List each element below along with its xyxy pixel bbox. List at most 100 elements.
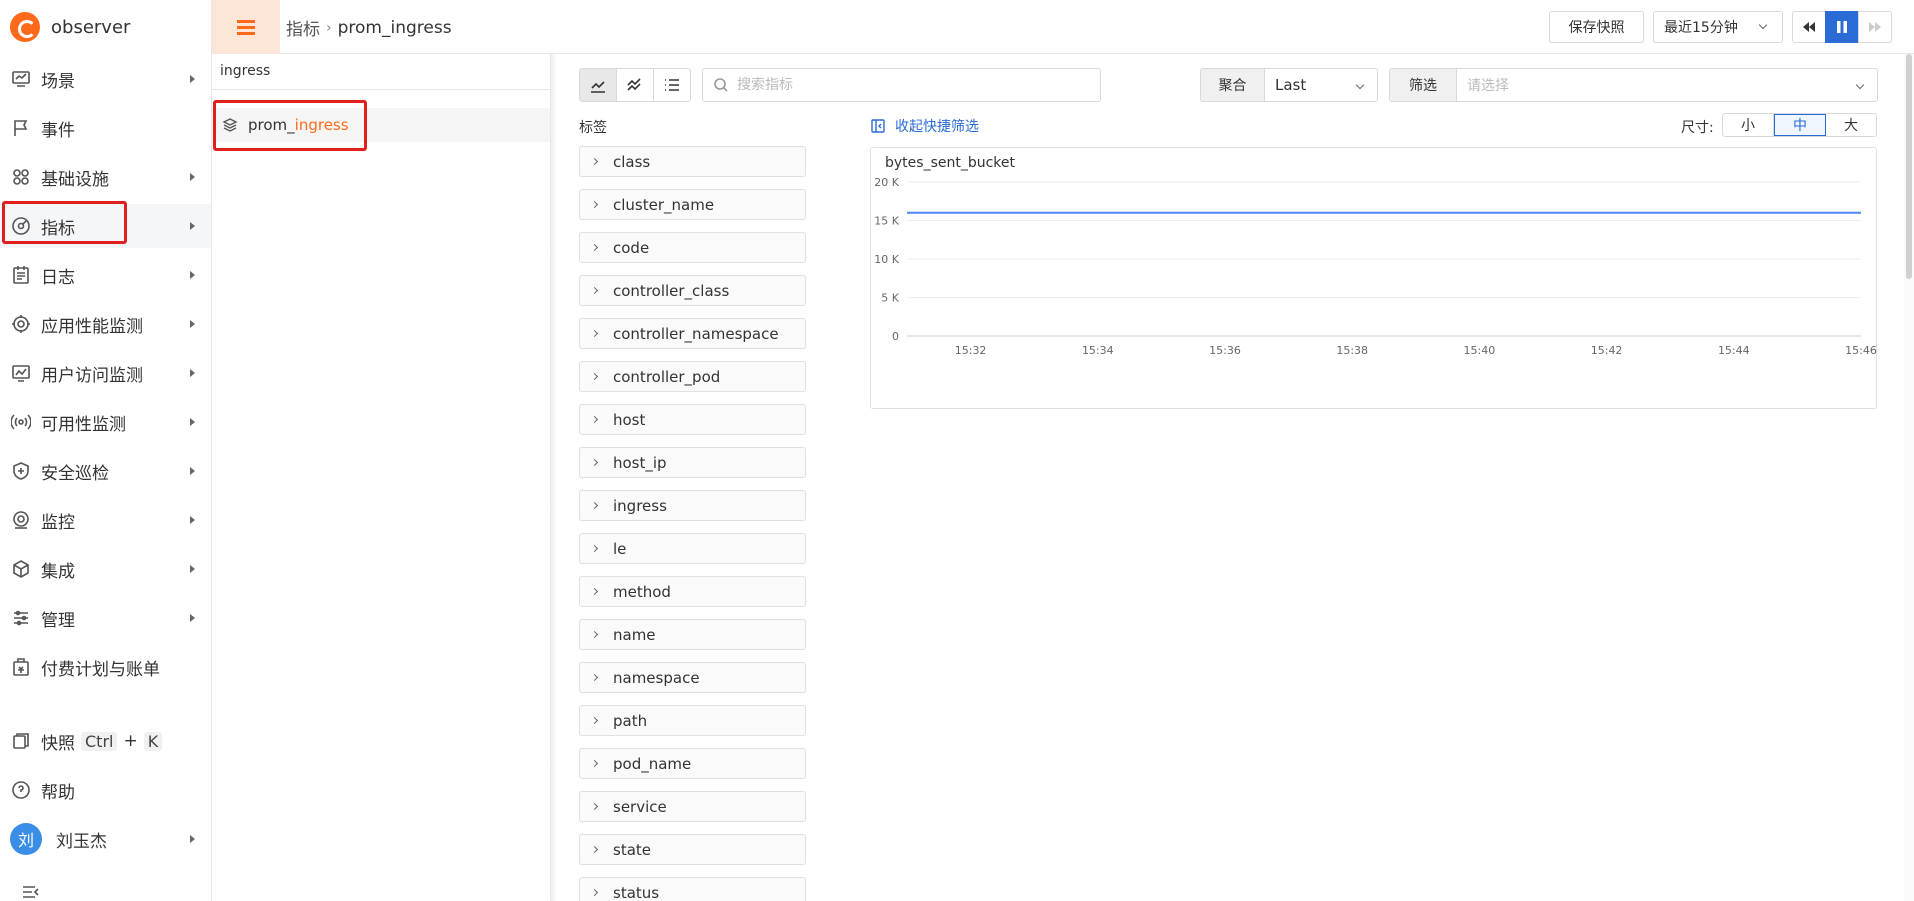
chevron-right-icon xyxy=(590,716,599,725)
tag-label: state xyxy=(613,840,651,859)
size-large-button[interactable]: 大 xyxy=(1826,114,1876,136)
x-tick-label: 15:36 xyxy=(1209,344,1241,357)
apm-icon xyxy=(10,313,32,335)
tag-row[interactable]: class xyxy=(579,146,806,177)
chevron-right-icon xyxy=(590,544,599,553)
y-tick-label: 5 K xyxy=(881,292,899,305)
aggregate-select[interactable]: 聚合 Last xyxy=(1200,68,1378,102)
chevron-right-icon xyxy=(590,501,599,510)
chevron-right-icon xyxy=(590,458,599,467)
filter-placeholder: 请选择 xyxy=(1467,78,1509,94)
page-scrollbar[interactable] xyxy=(1904,54,1914,901)
size-small-button[interactable]: 小 xyxy=(1723,114,1774,136)
chevron-right-icon xyxy=(190,516,195,524)
tag-row[interactable]: ingress xyxy=(579,490,806,521)
tag-label: name xyxy=(613,625,656,644)
tag-row[interactable]: namespace xyxy=(579,662,806,693)
tag-label: controller_pod xyxy=(613,367,721,386)
chevron-right-icon xyxy=(590,243,599,252)
settings-icon xyxy=(10,607,32,629)
forward-button[interactable] xyxy=(1858,11,1892,43)
tag-row[interactable]: status xyxy=(579,877,806,901)
user-menu[interactable]: 刘 刘玉杰 xyxy=(0,817,211,861)
tag-row[interactable]: controller_class xyxy=(579,275,806,306)
tag-row[interactable]: le xyxy=(579,533,806,564)
x-tick-label: 15:42 xyxy=(1591,344,1623,357)
monitor-icon xyxy=(10,509,32,531)
tag-row[interactable]: path xyxy=(579,705,806,736)
sidebar-item-8[interactable]: 安全巡检 xyxy=(0,449,211,493)
rewind-icon xyxy=(1803,22,1815,32)
hamburger-icon xyxy=(237,25,255,29)
line-chart-icon xyxy=(591,81,605,93)
x-tick-label: 15:44 xyxy=(1718,344,1750,357)
sidebar-item-11[interactable]: 管理 xyxy=(0,596,211,640)
x-tick-label: 15:32 xyxy=(955,344,987,357)
sidebar-item-label: 集成 xyxy=(41,561,75,582)
sidebar-item-10[interactable]: 集成 xyxy=(0,547,211,591)
collapse-sidebar-icon[interactable] xyxy=(22,884,40,901)
tag-row[interactable]: pod_name xyxy=(579,748,806,779)
chevron-right-icon xyxy=(590,286,599,295)
chevron-right-icon xyxy=(190,75,195,83)
snapshot-shortcut[interactable]: 快照 Ctrl + K xyxy=(0,719,211,763)
time-range-select[interactable]: 最近15分钟 xyxy=(1653,11,1783,43)
filter-select[interactable]: 筛选 请选择 xyxy=(1389,68,1878,102)
chevron-down-icon xyxy=(1855,80,1865,90)
tag-label: cluster_name xyxy=(613,195,715,214)
tag-row[interactable]: cluster_name xyxy=(579,189,806,220)
shield-icon xyxy=(10,460,32,482)
sidebar-item-6[interactable]: 用户访问监测 xyxy=(0,351,211,395)
sidebar-item-7[interactable]: 可用性监测 xyxy=(0,400,211,444)
app-logo[interactable]: observer xyxy=(0,0,211,54)
size-medium-button[interactable]: 中 xyxy=(1774,114,1826,136)
tag-row[interactable]: controller_namespace xyxy=(579,318,806,349)
tag-row[interactable]: method xyxy=(579,576,806,607)
top-bar: 指标 › prom_ingress 保存快照 最近15分钟 xyxy=(212,0,1914,54)
tag-row[interactable]: host xyxy=(579,404,806,435)
rewind-button[interactable] xyxy=(1792,11,1826,43)
scrollbar-thumb[interactable] xyxy=(1906,54,1912,279)
highlight-box-metric xyxy=(213,100,367,151)
sidebar-item-5[interactable]: 应用性能监测 xyxy=(0,302,211,346)
tag-label: host xyxy=(613,410,646,429)
breadcrumb-item-metrics[interactable]: 指标 xyxy=(286,15,320,40)
tag-row[interactable]: state xyxy=(579,834,806,865)
tag-label: status xyxy=(613,883,660,901)
help-item[interactable]: 帮助 xyxy=(0,768,211,812)
line-view-button[interactable] xyxy=(580,69,617,101)
metric-filter-input[interactable]: ingress xyxy=(212,54,550,90)
sidebar-item-2[interactable]: 基础设施 xyxy=(0,155,211,199)
sidebar-item-label: 监控 xyxy=(41,512,75,533)
panel-divider xyxy=(551,54,557,901)
sidebar-item-4[interactable]: 日志 xyxy=(0,253,211,297)
y-tick-label: 20 K xyxy=(874,176,899,189)
metric-list-panel: ingress prom_ ingress xyxy=(212,54,551,901)
tag-row[interactable]: service xyxy=(579,791,806,822)
metric-search-input[interactable] xyxy=(737,77,1077,93)
tag-row[interactable]: name xyxy=(579,619,806,650)
sidebar-item-label: 付费计划与账单 xyxy=(41,659,160,680)
collapse-quick-filter-link[interactable]: 收起快捷筛选 xyxy=(871,116,979,136)
cube-icon xyxy=(10,558,32,580)
chevron-right-icon xyxy=(190,222,195,230)
chevron-right-icon xyxy=(590,157,599,166)
chevron-right-icon xyxy=(590,329,599,338)
tag-row[interactable]: controller_pod xyxy=(579,361,806,392)
pause-icon xyxy=(1837,21,1847,33)
chevron-down-icon xyxy=(1355,80,1365,90)
list-view-button[interactable] xyxy=(654,69,690,101)
chart-card[interactable]: bytes_sent_bucket 05 K 10 K 15 K 20 K 15:32 1… xyxy=(870,147,1877,409)
save-snapshot-button[interactable]: 保存快照 xyxy=(1549,11,1644,43)
sidebar-item-1[interactable]: 事件 xyxy=(0,106,211,150)
compare-view-button[interactable] xyxy=(617,69,654,101)
sidebar-item-9[interactable]: 监控 xyxy=(0,498,211,542)
chevron-right-icon xyxy=(190,467,195,475)
menu-toggle-button[interactable] xyxy=(212,0,280,54)
tag-row[interactable]: code xyxy=(579,232,806,263)
sidebar-item-0[interactable]: 场景 xyxy=(0,57,211,101)
tag-row[interactable]: host_ip xyxy=(579,447,806,478)
sidebar-item-12[interactable]: 付费计划与账单 xyxy=(0,645,211,689)
pause-button[interactable] xyxy=(1825,11,1859,43)
search-icon xyxy=(714,78,728,92)
